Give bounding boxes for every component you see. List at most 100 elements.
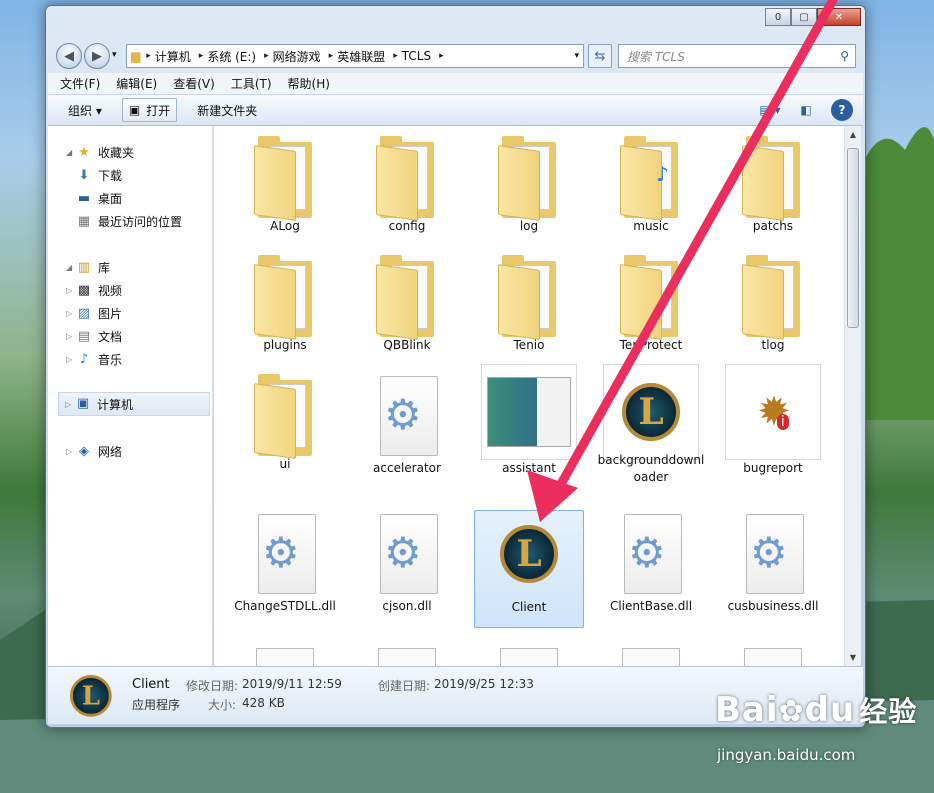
file-item[interactable]: plugins [230, 253, 340, 365]
sidebar-item-downloads[interactable]: ⬇ 下载 [76, 167, 122, 184]
scroll-up-arrow[interactable]: ▲ [845, 130, 861, 139]
menu-edit[interactable]: 编辑(E) [116, 75, 157, 92]
file-item[interactable]: ⚙ cjson.dll [352, 510, 462, 628]
minimize-button[interactable]: 0 [765, 8, 791, 26]
dll-file-icon: ⚙ [374, 372, 440, 460]
modified-value: 2019/9/11 12:59 [242, 677, 342, 691]
file-item[interactable]: assistant [474, 364, 584, 484]
file-name: ClientBase.dll [609, 599, 693, 613]
file-item[interactable]: ui [230, 372, 340, 484]
folder-icon [376, 253, 438, 340]
breadcrumb-lol[interactable]: 英雄联盟 [337, 48, 385, 65]
recent-pages-dropdown[interactable]: ▾ [112, 50, 117, 60]
search-icon[interactable]: ⚲ [840, 49, 849, 63]
file-item[interactable]: Lbackgrounddownloader [596, 364, 706, 484]
file-item-partial[interactable] [596, 648, 706, 666]
breadcrumb-games[interactable]: 网络游戏 [273, 48, 321, 65]
file-item[interactable]: ALog [230, 134, 340, 246]
file-item[interactable]: ⚙ ChangeSTDLL.dll [230, 510, 340, 628]
close-button[interactable]: ✕ [817, 8, 861, 26]
file-item[interactable]: patchs [718, 134, 828, 246]
search-input[interactable]: 搜索 TCLS ⚲ [618, 44, 856, 68]
menu-file[interactable]: 文件(F) [60, 75, 100, 92]
selected-type: 应用程序 [132, 698, 181, 712]
file-item-partial[interactable] [474, 648, 584, 666]
client-app-icon: L [70, 675, 112, 717]
sidebar-item-desktop[interactable]: ▬ 桌面 [76, 190, 122, 207]
back-button[interactable]: ◀ [56, 43, 82, 69]
file-name: bugreport [743, 461, 803, 475]
file-name: ChangeSTDLL.dll [234, 599, 336, 613]
sidebar-item-music[interactable]: ▷ ♪ 音乐 [66, 351, 122, 368]
command-bar: 组织 ▾ ▣ 打开 新建文件夹 ▤ ▾ ◧ ? [48, 94, 863, 126]
menu-help[interactable]: 帮助(H) [288, 75, 330, 92]
file-item[interactable]: QBBlink [352, 253, 462, 365]
folder-icon [742, 253, 804, 340]
breadcrumb-drive[interactable]: 系统 (E:) [207, 48, 256, 65]
desktop-icon: ▬ [77, 190, 91, 206]
file-name: log [519, 219, 539, 233]
scroll-down-arrow[interactable]: ▼ [845, 653, 861, 662]
created-label: 创建日期: [378, 679, 431, 693]
maximize-button[interactable]: ▢ [791, 8, 817, 26]
file-item[interactable]: L Client [474, 510, 584, 628]
file-name: ui [279, 457, 291, 471]
file-item[interactable]: ♪ music [596, 134, 706, 246]
breadcrumb-tcls[interactable]: TCLS [402, 49, 431, 63]
file-item[interactable]: log [474, 134, 584, 246]
sidebar-favorites[interactable]: ◢ ★ 收藏夹 [66, 144, 134, 161]
scrollbar-thumb[interactable] [847, 148, 859, 328]
folder-icon [254, 253, 316, 340]
sidebar-item-documents[interactable]: ▷ ▤ 文档 [66, 328, 122, 345]
file-item-partial[interactable] [230, 648, 340, 666]
open-button[interactable]: ▣ 打开 [121, 98, 178, 122]
file-item[interactable]: ⚙ accelerator [352, 372, 462, 484]
forward-button[interactable]: ▶ [84, 43, 110, 69]
baidu-logo: Bai✿du 经验 [715, 690, 918, 730]
file-item[interactable]: ✹ i bugreport [718, 364, 828, 484]
sidebar-item-videos[interactable]: ▷ ▩ 视频 [66, 282, 122, 299]
folder-icon [376, 134, 438, 221]
size-label: 大小: [208, 698, 237, 712]
sidebar-libraries[interactable]: ◢ ▥ 库 [66, 259, 110, 276]
file-item-partial[interactable] [718, 648, 828, 666]
file-item[interactable]: Tenio [474, 253, 584, 365]
file-item[interactable]: ⚙ ClientBase.dll [596, 510, 706, 628]
pictures-icon: ▨ [77, 305, 91, 321]
breadcrumb-computer[interactable]: 计算机 [155, 48, 191, 65]
new-folder-button[interactable]: 新建文件夹 [191, 98, 263, 122]
file-item-partial[interactable] [352, 648, 462, 666]
file-name: Tenio [513, 338, 545, 352]
view-options-icon[interactable]: ▤ ▾ [759, 99, 781, 121]
file-item[interactable]: ⚙ cusbusiness.dll [718, 510, 828, 628]
league-client-icon: L [475, 511, 583, 599]
vertical-scrollbar[interactable]: ▲ ▼ [844, 126, 861, 666]
file-item[interactable]: config [352, 134, 462, 246]
folder-icon [498, 134, 560, 221]
menu-view[interactable]: 查看(V) [173, 75, 215, 92]
refresh-button[interactable]: ⇆ [588, 44, 612, 68]
address-bar[interactable]: ▆ ▸ 计算机 ▸ 系统 (E:) ▸ 网络游戏 ▸ 英雄联盟 ▸ TCLS ▸… [126, 44, 584, 68]
watermark-url: jingyan.baidu.com [717, 746, 856, 764]
help-icon[interactable]: ? [831, 99, 853, 121]
organize-button[interactable]: 组织 ▾ [62, 98, 108, 122]
file-item[interactable]: TenProtect [596, 253, 706, 365]
navigation-bar: ◀ ▶ ▾ ▆ ▸ 计算机 ▸ 系统 (E:) ▸ 网络游戏 ▸ 英雄联盟 ▸ … [56, 42, 856, 70]
menu-tools[interactable]: 工具(T) [231, 75, 272, 92]
sidebar-item-recent[interactable]: ▦ 最近访问的位置 [76, 213, 182, 230]
file-name: music [633, 219, 669, 233]
preview-pane-icon[interactable]: ◧ [795, 99, 817, 121]
star-icon: ★ [78, 144, 90, 160]
computer-icon: ▣ [76, 396, 90, 411]
video-icon: ▩ [77, 282, 91, 298]
file-item[interactable]: tlog [718, 253, 828, 365]
window-caption-buttons: 0 ▢ ✕ [765, 8, 861, 26]
sidebar-item-pictures[interactable]: ▷ ▨ 图片 [66, 305, 122, 322]
sidebar-network[interactable]: ▷ ◈ 网络 [66, 443, 122, 460]
sidebar-computer[interactable]: ▷ ▣ 计算机 [58, 392, 210, 416]
recent-places-icon: ▦ [77, 213, 91, 229]
dll-file-icon: ⚙ [374, 510, 440, 598]
file-name: TenProtect [619, 338, 683, 352]
address-dropdown[interactable]: ▾ [574, 51, 579, 61]
file-name: plugins [263, 338, 307, 352]
